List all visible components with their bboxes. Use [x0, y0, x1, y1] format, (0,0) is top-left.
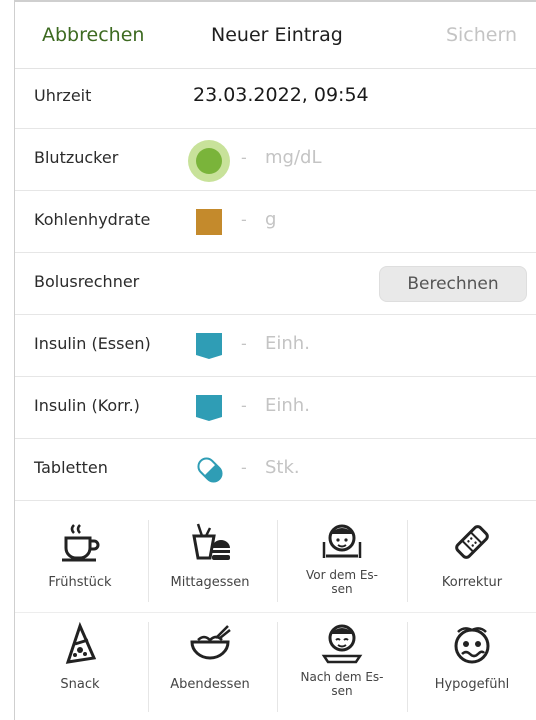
time-value[interactable]: 23.03.2022, 09:54: [193, 84, 369, 106]
noodle-bowl-icon: [190, 625, 231, 660]
carbs-label: Kohlenhydrate: [34, 210, 151, 229]
pills-label: Tabletten: [34, 458, 108, 477]
divider: [148, 622, 149, 712]
dizzy-face-icon: [454, 627, 490, 664]
tag-after-meal[interactable]: Nach dem Es- sen: [277, 612, 407, 712]
carbs-value[interactable]: -: [241, 210, 247, 229]
pills-row[interactable]: Tabletten - Stk.: [15, 438, 536, 501]
time-label: Uhrzeit: [34, 86, 92, 105]
pill-icon: [197, 457, 223, 483]
tag-dinner[interactable]: Abendessen: [145, 612, 275, 712]
divider: [277, 520, 278, 602]
save-button[interactable]: Sichern: [446, 24, 517, 46]
pizza-slice-icon: [65, 622, 97, 664]
insulin-meal-unit: Einh.: [265, 333, 310, 354]
pills-value[interactable]: -: [241, 458, 247, 477]
divider: [15, 612, 536, 613]
bolus-label: Bolusrechner: [34, 272, 140, 291]
tag-snack[interactable]: Snack: [15, 612, 145, 712]
divider: [148, 520, 149, 602]
tag-before-meal[interactable]: Vor dem Es- sen: [277, 510, 407, 610]
tag-label: Hypogefühl: [434, 677, 510, 692]
insulin-corr-value[interactable]: -: [241, 396, 247, 415]
insulin-corr-unit: Einh.: [265, 395, 310, 416]
divider: [407, 622, 408, 712]
face-before-meal-icon: [322, 524, 362, 558]
carbs-icon: [196, 209, 222, 235]
tag-label: Nach dem Es- sen: [300, 670, 384, 698]
bloodsugar-label: Blutzucker: [34, 148, 119, 167]
bloodsugar-value[interactable]: -: [241, 148, 247, 167]
bolus-row: Bolusrechner Berechnen: [15, 252, 536, 315]
carbs-unit: g: [265, 209, 277, 230]
tag-hypo[interactable]: Hypogefühl: [407, 612, 536, 712]
insulin-icon: [196, 333, 222, 359]
tag-label: Vor dem Es- sen: [305, 568, 379, 596]
insulin-corr-row[interactable]: Insulin (Korr.) - Einh.: [15, 376, 536, 439]
tag-correction[interactable]: Korrektur: [407, 510, 536, 610]
insulin-meal-value[interactable]: -: [241, 334, 247, 353]
fast-food-icon: [192, 523, 230, 560]
bloodsugar-row[interactable]: Blutzucker - mg/dL: [15, 128, 536, 191]
divider: [277, 622, 278, 712]
tag-breakfast[interactable]: Frühstück: [15, 510, 145, 610]
bloodsugar-icon: [188, 140, 230, 182]
coffee-cup-icon: [62, 524, 100, 562]
tag-label: Snack: [60, 677, 100, 692]
nav-bar: Abbrechen Neuer Eintrag Sichern: [15, 0, 536, 69]
bloodsugar-unit: mg/dL: [265, 147, 322, 168]
calculate-button[interactable]: Berechnen: [379, 266, 527, 302]
cancel-button[interactable]: Abbrechen: [42, 24, 144, 46]
divider: [407, 520, 408, 602]
page-title: Neuer Eintrag: [211, 24, 343, 46]
insulin-meal-row[interactable]: Insulin (Essen) - Einh.: [15, 314, 536, 377]
insulin-corr-label: Insulin (Korr.): [34, 396, 140, 415]
tag-label: Korrektur: [441, 575, 503, 590]
tag-label: Abendessen: [170, 677, 250, 692]
insulin-meal-label: Insulin (Essen): [34, 334, 151, 353]
pills-unit: Stk.: [265, 457, 300, 478]
tag-label: Frühstück: [48, 575, 112, 590]
tag-grid: Frühstück Mittagessen Vor dem Es- sen Ko…: [15, 500, 536, 720]
tag-lunch[interactable]: Mittagessen: [145, 510, 275, 610]
bandage-icon: [455, 525, 489, 559]
tag-label: Mittagessen: [170, 575, 250, 590]
insulin-icon: [196, 395, 222, 421]
time-row[interactable]: Uhrzeit 23.03.2022, 09:54: [15, 66, 536, 129]
entry-screen: Abbrechen Neuer Eintrag Sichern Uhrzeit …: [14, 0, 536, 720]
face-after-meal-icon: [321, 624, 363, 664]
carbs-row[interactable]: Kohlenhydrate - g: [15, 190, 536, 253]
